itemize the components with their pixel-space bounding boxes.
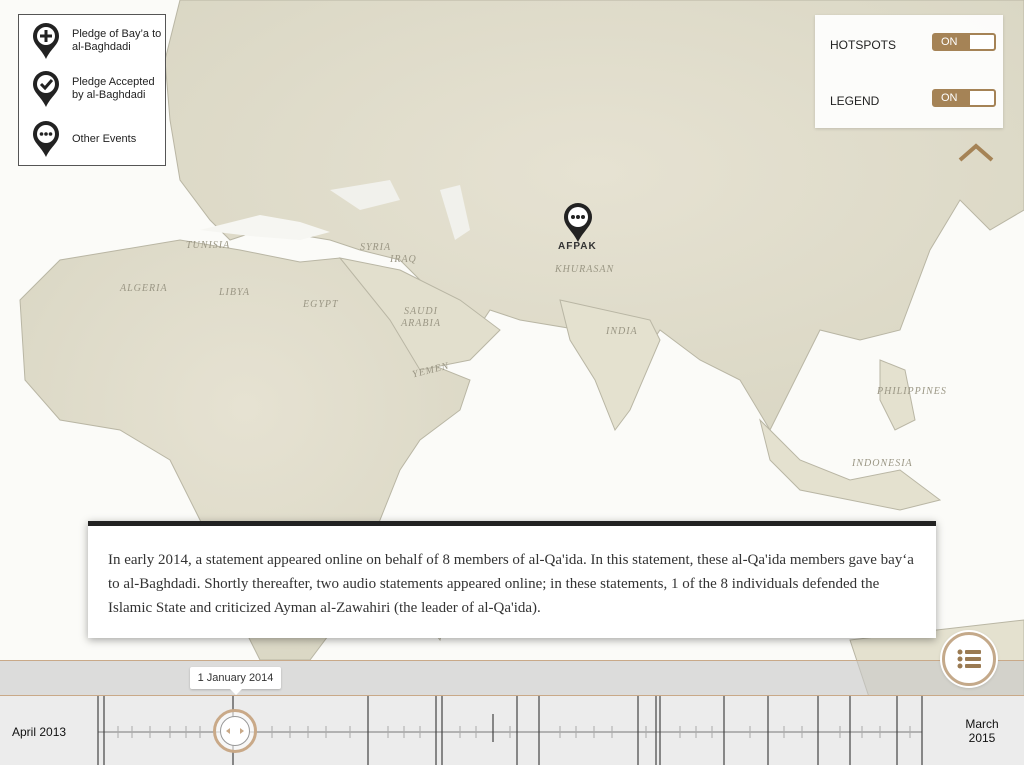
- timeline-header-strip: [0, 660, 1024, 696]
- event-description-card: In early 2014, a statement appeared onli…: [88, 521, 936, 638]
- timeline-bar[interactable]: April 2013 March 2015: [0, 695, 1024, 765]
- display-controls: HOTSPOTS ON LEGEND ON: [815, 15, 1003, 128]
- pin-ellipsis-icon: [33, 121, 59, 157]
- scrubber-knob: [220, 716, 250, 746]
- timeline-track[interactable]: [0, 696, 1024, 765]
- current-date-tooltip: 1 January 2014: [190, 667, 281, 695]
- label-egypt: EGYPT: [303, 299, 339, 310]
- label-india: INDIA: [606, 326, 638, 337]
- legend-toggle[interactable]: ON: [932, 89, 996, 107]
- legend-item-accepted: Pledge Accepted by al-Baghdadi: [29, 69, 164, 109]
- collapse-chevron-up-icon[interactable]: [956, 138, 996, 166]
- other-events-pin-icon: [564, 203, 592, 242]
- hotspots-toggle-state: ON: [934, 35, 970, 49]
- pin-plus-icon: [33, 23, 59, 59]
- event-description-text: In early 2014, a statement appeared onli…: [108, 552, 914, 616]
- afpak-event-marker[interactable]: [560, 200, 596, 244]
- timeline-end-month: March: [965, 717, 999, 731]
- label-tunisia: TUNISIA: [186, 240, 231, 251]
- label-syria: SYRIA: [360, 242, 392, 253]
- label-saudi-arabia: SAUDI ARABIA: [401, 306, 441, 329]
- legend-item-pledge: Pledge of Bay’a to al-Baghdadi: [29, 21, 164, 61]
- hotspots-label: HOTSPOTS: [830, 38, 897, 52]
- timeline-end-year: 2015: [968, 731, 996, 745]
- list-icon: [957, 649, 981, 669]
- map-legend: Pledge of Bay’a to al-Baghdadi Pledge Ac…: [18, 14, 166, 166]
- label-libya: LIBYA: [219, 287, 250, 298]
- left-right-arrows-icon: [226, 728, 244, 734]
- legend-label-other: Other Events: [72, 132, 137, 145]
- label-khurasan: KHURASAN: [555, 264, 615, 275]
- event-list-button[interactable]: [942, 632, 996, 686]
- legend-toggle-state: ON: [934, 91, 970, 105]
- pin-check-icon: [33, 71, 59, 107]
- legend-label-accepted: Pledge Accepted by al-Baghdadi: [72, 76, 155, 101]
- legend-item-other: Other Events: [29, 119, 164, 159]
- label-iraq: IRAQ: [390, 254, 417, 265]
- label-algeria: ALGERIA: [120, 283, 168, 294]
- legend-label-pledge: Pledge of Bay’a to al-Baghdadi: [72, 28, 162, 53]
- hotspots-toggle[interactable]: ON: [932, 33, 996, 51]
- legend-label: LEGEND: [830, 94, 880, 108]
- label-philippines: PHILIPPINES: [877, 386, 947, 397]
- label-indonesia: INDONESIA: [852, 458, 913, 469]
- marker-label-afpak: AFPAK: [558, 241, 597, 252]
- timeline-end-label: March 2015: [962, 717, 1002, 745]
- timeline-scrubber-handle[interactable]: [213, 709, 257, 753]
